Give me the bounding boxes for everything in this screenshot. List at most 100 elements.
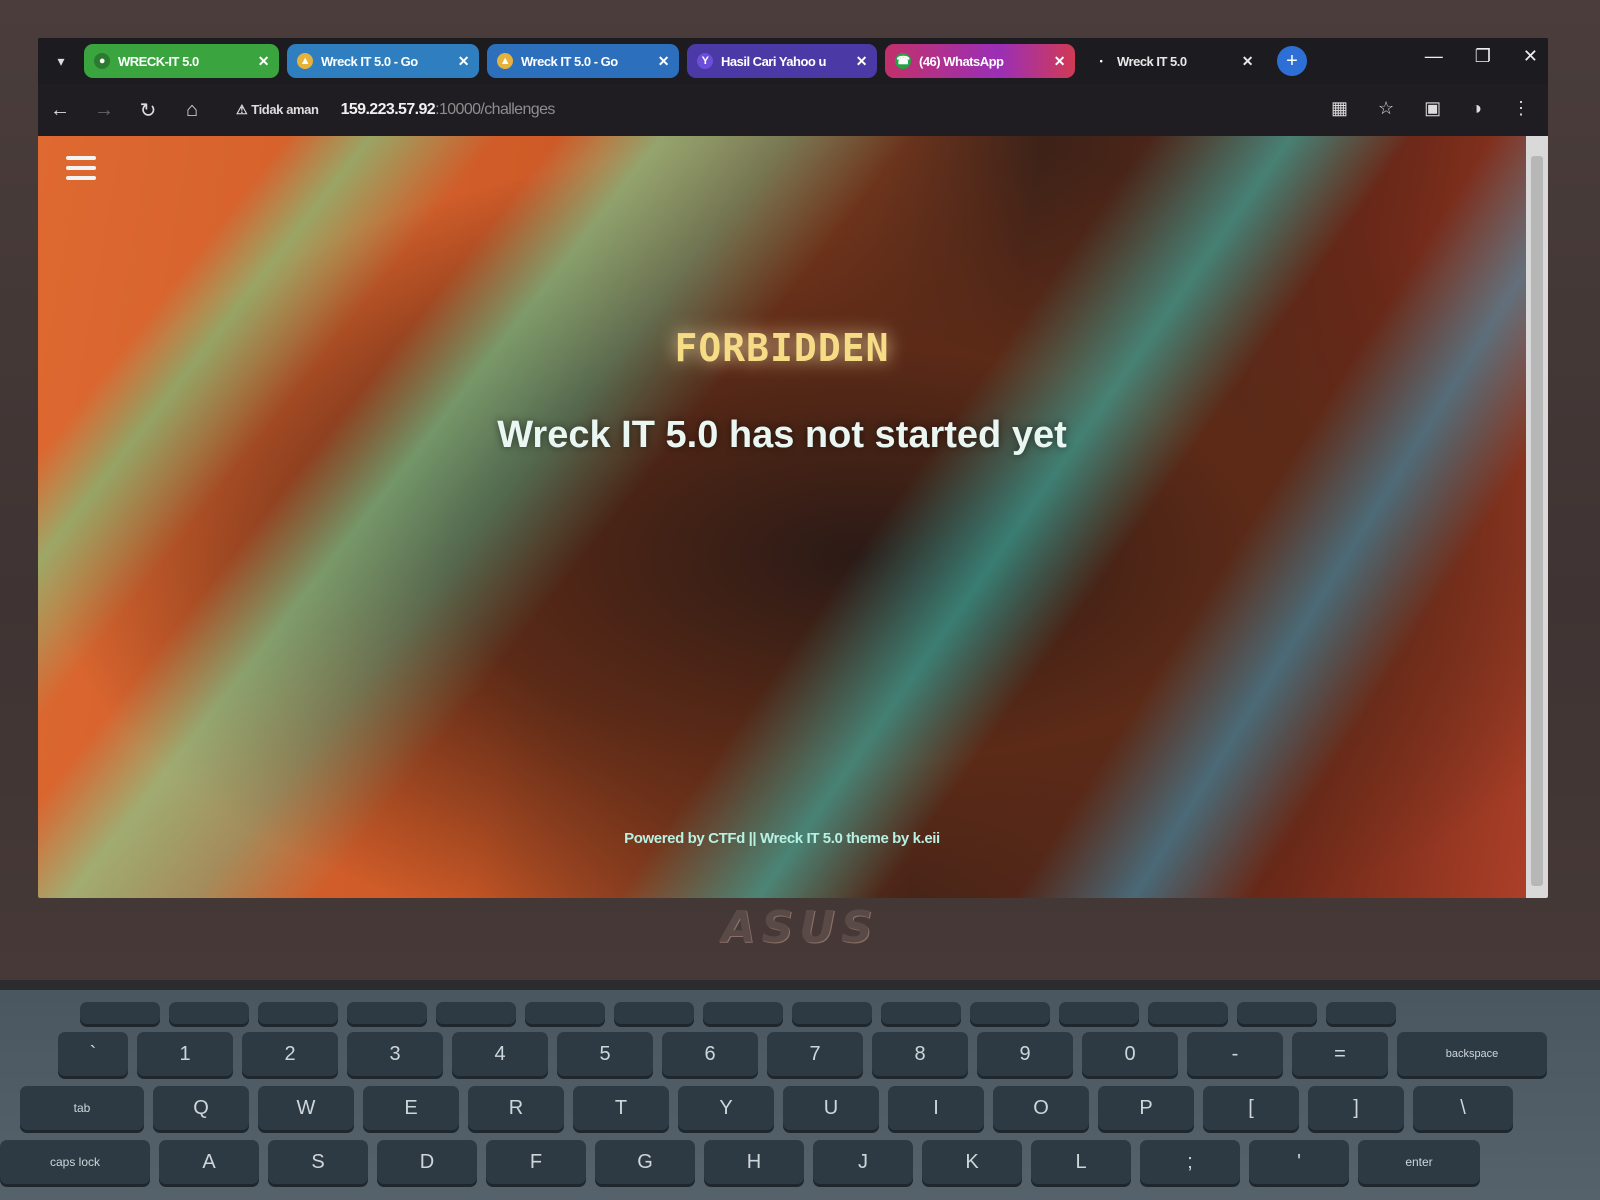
home-icon[interactable]: ⌂ bbox=[170, 99, 214, 122]
key[interactable]: I bbox=[888, 1086, 984, 1130]
key[interactable]: H bbox=[704, 1140, 804, 1184]
key[interactable]: 8 bbox=[872, 1032, 968, 1076]
key[interactable]: L bbox=[1031, 1140, 1131, 1184]
tab-whatsapp[interactable]: ☎ (46) WhatsApp ✕ bbox=[885, 44, 1075, 78]
key[interactable]: W bbox=[258, 1086, 354, 1130]
key[interactable]: ' bbox=[1249, 1140, 1349, 1184]
key[interactable]: T bbox=[573, 1086, 669, 1130]
key[interactable]: [ bbox=[1203, 1086, 1299, 1130]
key[interactable]: Q bbox=[153, 1086, 249, 1130]
key[interactable]: ; bbox=[1140, 1140, 1240, 1184]
caps-lock-key[interactable]: caps lock bbox=[0, 1140, 150, 1184]
page-scrollbar[interactable] bbox=[1526, 136, 1548, 898]
tab-search-chevron-icon[interactable]: ▾ bbox=[38, 53, 84, 70]
forward-arrow-icon[interactable]: → bbox=[82, 99, 126, 122]
fn-key[interactable] bbox=[703, 1002, 783, 1024]
tab-close-icon[interactable]: ✕ bbox=[458, 53, 470, 70]
fn-key[interactable] bbox=[80, 1002, 160, 1024]
key[interactable]: \ bbox=[1413, 1086, 1513, 1130]
fn-key[interactable] bbox=[1237, 1002, 1317, 1024]
key[interactable]: O bbox=[993, 1086, 1089, 1130]
fn-key[interactable] bbox=[1148, 1002, 1228, 1024]
fn-key[interactable] bbox=[169, 1002, 249, 1024]
tab-title: WRECK-IT 5.0 bbox=[118, 53, 199, 69]
tab-yahoo-search[interactable]: Y Hasil Cari Yahoo u ✕ bbox=[687, 44, 877, 78]
key[interactable]: = bbox=[1292, 1032, 1388, 1076]
tab-wreck-it-drive-1[interactable]: ▲ Wreck IT 5.0 - Go ✕ bbox=[287, 44, 479, 78]
tab-close-icon[interactable]: ✕ bbox=[1054, 53, 1066, 70]
fn-key[interactable] bbox=[614, 1002, 694, 1024]
fn-key[interactable] bbox=[1059, 1002, 1139, 1024]
key[interactable]: G bbox=[595, 1140, 695, 1184]
keyboard-row-numbers: ` 1 2 3 4 5 6 7 8 9 0 - = backspace bbox=[58, 1032, 1556, 1076]
minimize-icon[interactable]: — bbox=[1425, 46, 1443, 67]
key[interactable]: J bbox=[813, 1140, 913, 1184]
backspace-key[interactable]: backspace bbox=[1397, 1032, 1547, 1076]
tab-wreck-it[interactable]: ● WRECK-IT 5.0 ✕ bbox=[84, 44, 279, 78]
key[interactable]: 2 bbox=[242, 1032, 338, 1076]
fn-key[interactable] bbox=[347, 1002, 427, 1024]
security-label: Tidak aman bbox=[251, 102, 319, 117]
security-indicator[interactable]: ⚠ Tidak aman bbox=[236, 102, 319, 118]
key[interactable]: - bbox=[1187, 1032, 1283, 1076]
tab-title: Wreck IT 5.0 - Go bbox=[521, 53, 618, 69]
key[interactable]: 3 bbox=[347, 1032, 443, 1076]
key[interactable]: 1 bbox=[137, 1032, 233, 1076]
fn-key[interactable] bbox=[792, 1002, 872, 1024]
warning-icon: ⚠ bbox=[236, 102, 248, 117]
key[interactable]: 0 bbox=[1082, 1032, 1178, 1076]
page-message: Wreck IT 5.0 has not started yet bbox=[497, 414, 1067, 456]
key[interactable]: 6 bbox=[662, 1032, 758, 1076]
key[interactable]: D bbox=[377, 1140, 477, 1184]
reload-icon[interactable]: ↻ bbox=[126, 98, 170, 123]
key[interactable]: K bbox=[922, 1140, 1022, 1184]
key[interactable]: 7 bbox=[767, 1032, 863, 1076]
page-heading: FORBIDDEN bbox=[674, 326, 890, 370]
key[interactable]: 4 bbox=[452, 1032, 548, 1076]
key[interactable]: S bbox=[268, 1140, 368, 1184]
key[interactable]: ] bbox=[1308, 1086, 1404, 1130]
scrollbar-thumb[interactable] bbox=[1531, 156, 1543, 886]
key[interactable]: Y bbox=[678, 1086, 774, 1130]
translate-icon[interactable]: ▦ bbox=[1331, 98, 1348, 119]
keyboard-row-home: caps lock A S D F G H J K L ; ' enter bbox=[0, 1140, 1489, 1184]
fn-key[interactable] bbox=[436, 1002, 516, 1024]
tab-title: (46) WhatsApp bbox=[919, 53, 1004, 69]
fn-key[interactable] bbox=[881, 1002, 961, 1024]
yahoo-icon: Y bbox=[697, 53, 713, 69]
key[interactable]: A bbox=[159, 1140, 259, 1184]
new-tab-button[interactable]: + bbox=[1277, 46, 1307, 76]
fn-key[interactable] bbox=[970, 1002, 1050, 1024]
key[interactable]: 9 bbox=[977, 1032, 1073, 1076]
tab-close-icon[interactable]: ✕ bbox=[856, 53, 868, 70]
key[interactable]: ` bbox=[58, 1032, 128, 1076]
key[interactable]: U bbox=[783, 1086, 879, 1130]
key[interactable]: R bbox=[468, 1086, 564, 1130]
key[interactable]: P bbox=[1098, 1086, 1194, 1130]
tab-close-icon[interactable]: ✕ bbox=[658, 53, 670, 70]
fn-key[interactable] bbox=[258, 1002, 338, 1024]
tab-wreck-it-drive-2[interactable]: ▲ Wreck IT 5.0 - Go ✕ bbox=[487, 44, 679, 78]
bookmark-star-icon[interactable]: ☆ bbox=[1378, 98, 1394, 119]
key[interactable]: 5 bbox=[557, 1032, 653, 1076]
close-window-icon[interactable]: ✕ bbox=[1523, 46, 1538, 67]
tab-close-icon[interactable]: ✕ bbox=[1242, 53, 1254, 70]
profile-icon[interactable]: ◑ bbox=[1471, 98, 1482, 119]
whatsapp-icon: ☎ bbox=[895, 53, 911, 69]
tab-close-icon[interactable]: ✕ bbox=[258, 53, 270, 70]
key[interactable]: F bbox=[486, 1140, 586, 1184]
back-arrow-icon[interactable]: ← bbox=[38, 99, 82, 122]
power-key[interactable] bbox=[1326, 1002, 1396, 1024]
window-controls: — ❐ ✕ bbox=[1425, 46, 1538, 67]
hamburger-menu-icon[interactable] bbox=[66, 156, 96, 186]
extensions-puzzle-icon[interactable]: ▣ bbox=[1424, 98, 1441, 119]
tab-key[interactable]: tab bbox=[20, 1086, 144, 1130]
address-bar[interactable]: 159.223.57.92:10000/challenges bbox=[341, 101, 556, 119]
menu-kebab-icon[interactable]: ⋮ bbox=[1512, 98, 1530, 119]
fn-key[interactable] bbox=[525, 1002, 605, 1024]
enter-key[interactable]: enter bbox=[1358, 1140, 1480, 1184]
url-path: :10000/challenges bbox=[435, 101, 555, 118]
key[interactable]: E bbox=[363, 1086, 459, 1130]
tab-wreck-it-active[interactable]: • Wreck IT 5.0 ✕ bbox=[1083, 44, 1263, 78]
restore-icon[interactable]: ❐ bbox=[1475, 46, 1491, 67]
